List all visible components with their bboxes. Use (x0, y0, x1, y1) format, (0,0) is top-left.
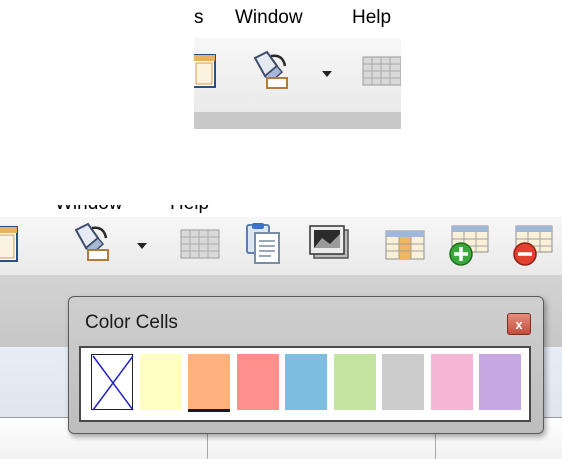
dropdown-arrow-icon[interactable] (136, 237, 148, 255)
insert-table-icon[interactable] (448, 224, 492, 271)
swatch-gray[interactable] (382, 354, 424, 410)
dropdown-arrow-icon[interactable] (321, 65, 333, 83)
swatch-yellow[interactable] (139, 354, 182, 410)
delete-table-icon[interactable] (512, 224, 556, 271)
color-cells-palette[interactable]: Color Cells x (68, 296, 544, 434)
toolbar (194, 38, 401, 112)
swatch-grid (79, 346, 531, 422)
paint-bucket-icon[interactable] (68, 222, 112, 267)
image-icon[interactable] (308, 224, 352, 269)
menu-item-help[interactable]: Help (352, 7, 391, 29)
no-color-x-icon (92, 355, 134, 411)
top-crop: s Window Help (194, 0, 401, 129)
swatch-blue[interactable] (285, 354, 327, 410)
swatch-purple[interactable] (479, 354, 521, 410)
table-columns-icon[interactable] (385, 230, 425, 265)
palette-title: Color Cells (85, 312, 178, 333)
toolbar (0, 217, 562, 275)
status-strip (194, 112, 401, 129)
paste-icon[interactable] (243, 223, 283, 270)
document-icon[interactable] (0, 223, 22, 270)
menu-item-window[interactable]: Window (55, 205, 123, 215)
menu-bar-cropped: Window Help (0, 205, 562, 217)
close-icon: x (515, 316, 523, 332)
swatch-green[interactable] (333, 354, 376, 410)
table-grid-icon[interactable] (362, 56, 401, 91)
swatch-red[interactable] (236, 354, 279, 410)
table-grid-icon[interactable] (180, 229, 220, 264)
menu-item-tools-partial[interactable]: s (194, 7, 204, 29)
menu-bar: s Window Help (194, 0, 401, 38)
swatch-orange[interactable] (188, 354, 230, 412)
close-button[interactable]: x (507, 313, 531, 335)
swatch-pink[interactable] (430, 354, 473, 410)
menu-item-window[interactable]: Window (235, 7, 303, 29)
menu-item-help[interactable]: Help (170, 205, 209, 215)
paint-bucket-icon[interactable] (247, 50, 291, 95)
bottom-crop: Window Help (0, 205, 562, 459)
swatch-no-color[interactable] (91, 354, 134, 411)
document-icon[interactable] (194, 51, 221, 96)
